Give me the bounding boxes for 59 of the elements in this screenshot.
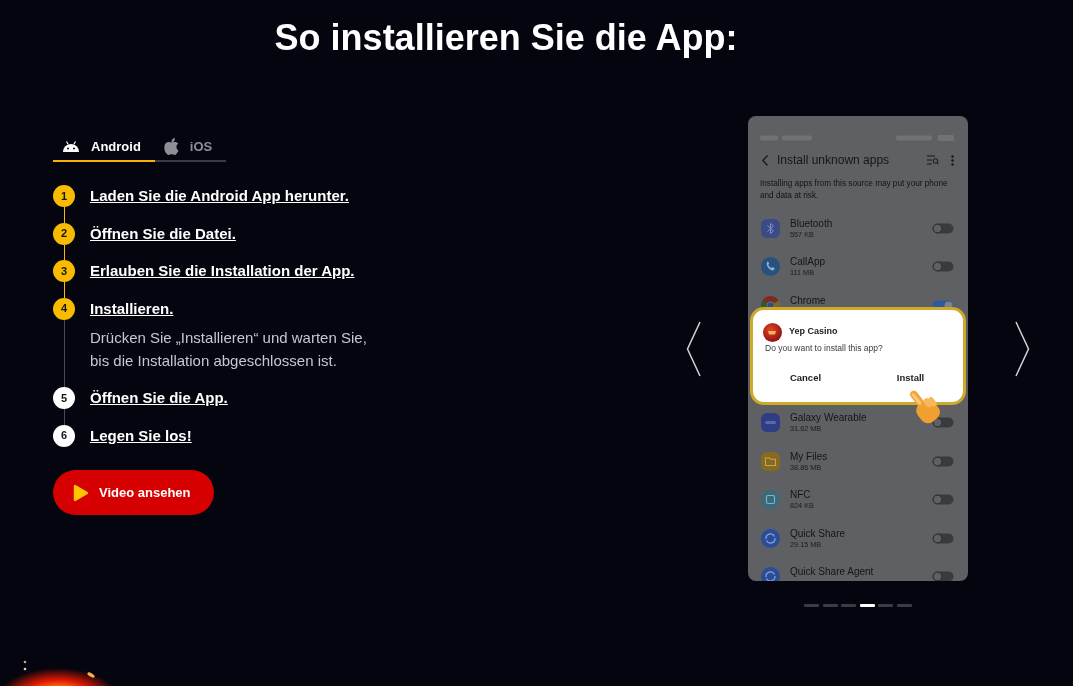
step-link[interactable]: Laden Sie die Android App herunter. (90, 185, 349, 207)
toggle-switch[interactable] (932, 571, 954, 581)
toggle-switch[interactable] (932, 222, 954, 234)
bluetooth-icon (761, 218, 780, 238)
step-number: 5 (53, 387, 75, 409)
app-icon (761, 490, 780, 510)
toggle-switch[interactable] (932, 532, 954, 544)
sync-icon (761, 528, 780, 548)
app-name: Galaxy Wearable (790, 412, 868, 425)
step-link[interactable]: Erlauben Sie die Installation der App. (90, 260, 355, 282)
warning-text: Installing apps from this source may put your phone and data at risk. (759, 178, 949, 202)
android-icon (62, 141, 80, 152)
page-title: So installieren Sie die App: (274, 16, 738, 59)
back-icon[interactable] (762, 154, 768, 166)
step-description: Drücken Sie „Installieren“ und warten Sie, bis die Installation abgeschlossen ist. (90, 327, 368, 371)
chevron-left-icon[interactable] (686, 320, 701, 377)
step-number: 2 (53, 222, 75, 245)
timeline-line (63, 409, 65, 425)
screen-title: Install unknown apps (777, 152, 890, 169)
chevron-right-icon[interactable] (1015, 320, 1030, 377)
app-name: My Files (790, 450, 829, 463)
dialog-button[interactable]: Cancel (753, 370, 858, 385)
toggle-switch[interactable] (932, 261, 954, 273)
toggle-switch[interactable] (932, 494, 954, 506)
step-number: 3 (53, 260, 75, 282)
timeline-line (63, 244, 65, 260)
video-button[interactable]: Video ansehen (53, 470, 214, 515)
platform-tab[interactable]: Android (53, 133, 155, 162)
app-name: NFC (790, 489, 812, 502)
toggle-switch[interactable] (932, 455, 954, 467)
timeline-line (63, 282, 65, 298)
timeline-line (63, 207, 65, 223)
app-name: Quick Share (790, 527, 847, 540)
phone-handset-icon (761, 257, 780, 277)
step-link[interactable]: Installieren. (90, 297, 174, 320)
apple-icon (163, 138, 179, 155)
step-link[interactable]: Öffnen Sie die Datei. (90, 222, 236, 245)
toggle-switch[interactable] (932, 417, 954, 429)
dialog-question: Do you want to install this app? (764, 343, 884, 354)
timeline-line (63, 319, 65, 387)
step-number: 1 (53, 185, 75, 207)
app-name: CallApp (790, 256, 827, 269)
more-icon[interactable] (951, 154, 954, 166)
app-name: Quick Share Agent (790, 566, 875, 579)
app-name: Bluetooth (790, 217, 834, 230)
search-icon[interactable] (927, 155, 939, 165)
step-link[interactable]: Öffnen Sie die App. (90, 387, 228, 409)
step-link[interactable]: Legen Sie los! (90, 424, 192, 447)
dialog-app-name: Yep Casino (789, 325, 838, 339)
app-name: Chrome (790, 294, 827, 307)
app-icon (761, 413, 780, 433)
app-logo-icon (763, 322, 782, 342)
step-number: 6 (53, 424, 75, 447)
folder-icon (761, 451, 780, 471)
play-icon (73, 483, 89, 502)
platform-tab[interactable]: iOS (154, 133, 227, 162)
step-number: 4 (53, 297, 75, 320)
dialog-button[interactable]: Install (858, 370, 963, 385)
sync-icon (761, 567, 780, 581)
